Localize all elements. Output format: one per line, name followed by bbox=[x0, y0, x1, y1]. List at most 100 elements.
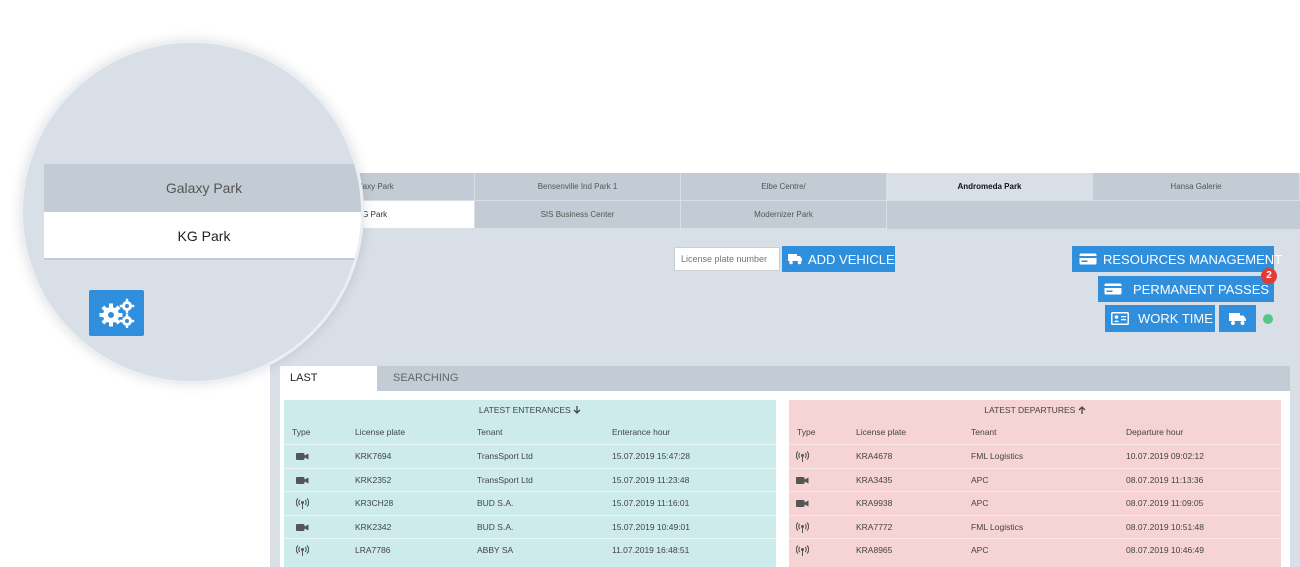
license-plate-cell: KRA7772 bbox=[856, 521, 893, 532]
arrow-up-icon bbox=[1078, 406, 1086, 414]
col-type: Type bbox=[292, 427, 311, 437]
col-license-plate: License plate bbox=[856, 427, 907, 437]
park-tab-andromeda[interactable]: Andromeda Park bbox=[887, 173, 1093, 201]
tenant-cell: FML Logistics bbox=[971, 451, 1024, 461]
permanent-passes-button[interactable]: PERMANENT PASSES bbox=[1098, 276, 1274, 302]
tab-searching[interactable]: SEARCHING bbox=[383, 366, 468, 391]
park-tabs: Galaxy Park Bensenville Ind Park 1 Elbe … bbox=[270, 173, 1300, 229]
table-row[interactable]: KRK2352 TransSport Ltd 15.07.2019 11:23:48 bbox=[284, 467, 776, 492]
col-entrance-hour: Enterance hour bbox=[612, 427, 671, 437]
main-tabs: LAST ACTIONS SEARCHING bbox=[280, 366, 1290, 409]
time-cell: 11.07.2019 16:48:51 bbox=[612, 545, 690, 555]
license-plate-cell: KRA9938 bbox=[856, 498, 893, 508]
tenant-cell: APC bbox=[971, 498, 989, 508]
camera-icon bbox=[796, 475, 809, 486]
table-row[interactable]: KRA3435 APC 08.07.2019 11:13:36 bbox=[789, 467, 1281, 492]
rfid-icon bbox=[295, 498, 310, 509]
col-departure-hour: Departure hour bbox=[1126, 427, 1184, 437]
departures-title: LATEST DEPARTURES bbox=[789, 400, 1281, 421]
time-cell: 10.07.2019 09:02:12 bbox=[1126, 451, 1204, 461]
col-type: Type bbox=[797, 427, 816, 437]
time-cell: 08.07.2019 11:13:36 bbox=[1126, 474, 1204, 485]
table-row[interactable]: KRK7694 TransSport Ltd 15.07.2019 15:47:28 bbox=[284, 444, 776, 468]
tenant-cell: APC bbox=[971, 474, 989, 485]
card-icon bbox=[1104, 283, 1122, 295]
time-cell: 08.07.2019 11:09:05 bbox=[1126, 498, 1204, 508]
parking-app: Galaxy Park Bensenville Ind Park 1 Elbe … bbox=[270, 173, 1300, 567]
camera-icon bbox=[296, 475, 309, 486]
license-plate-input[interactable] bbox=[674, 247, 780, 271]
truck-icon bbox=[1228, 312, 1246, 325]
park-tab-sis[interactable]: SIS Business Center bbox=[475, 201, 681, 229]
departures-title-text: LATEST DEPARTURES bbox=[984, 405, 1076, 415]
time-cell: 15.07.2019 15:47:28 bbox=[612, 451, 690, 461]
table-row[interactable]: KRA4678 FML Logistics 10.07.2019 09:02:12 bbox=[789, 444, 1281, 468]
time-cell: 15.07.2019 11:16:01 bbox=[612, 498, 690, 508]
park-tab-hansa[interactable]: Hansa Galerie bbox=[1093, 173, 1300, 201]
table-row[interactable]: LRA7786 ABBY SA 11.07.2019 16:48:51 bbox=[284, 538, 776, 562]
truck-icon bbox=[788, 254, 802, 265]
card-icon bbox=[1079, 253, 1097, 265]
tenant-cell: ABBY SA bbox=[477, 545, 514, 555]
license-plate-cell: KR3CH28 bbox=[355, 498, 394, 508]
add-vehicle-label: ADD VEHICLE bbox=[808, 251, 895, 267]
permanent-passes-label: PERMANENT PASSES bbox=[1133, 281, 1270, 297]
entrances-title: LATEST ENTERANCES bbox=[284, 400, 776, 421]
entrances-table: LATEST ENTERANCES Type License plate Ten… bbox=[284, 400, 776, 567]
rfid-icon bbox=[295, 545, 310, 556]
rfid-icon bbox=[795, 451, 810, 462]
rfid-icon bbox=[795, 545, 810, 556]
license-plate-cell: KRK7694 bbox=[355, 451, 392, 461]
notification-badge: 2 bbox=[1261, 268, 1277, 284]
tenant-cell: BUD S.A. bbox=[477, 498, 514, 508]
add-vehicle-button[interactable]: ADD VEHICLE bbox=[782, 246, 895, 272]
camera-icon bbox=[796, 498, 809, 509]
id-card-icon bbox=[1111, 312, 1129, 325]
table-row[interactable]: KRA9938 APC 08.07.2019 11:09:05 bbox=[789, 491, 1281, 515]
resources-management-label: RESOURCES MANAGEMENT bbox=[1103, 251, 1283, 267]
time-cell: 08.07.2019 10:51:48 bbox=[1126, 521, 1204, 532]
col-tenant: Tenant bbox=[477, 427, 503, 437]
tenant-cell: APC bbox=[971, 545, 989, 555]
departures-header: Type License plate Tenant Departure hour bbox=[789, 421, 1281, 444]
park-tab-modernizer[interactable]: Modernizer Park bbox=[681, 201, 887, 229]
arrow-down-icon bbox=[573, 406, 581, 414]
camera-icon bbox=[296, 522, 309, 533]
license-plate-cell: KRA8965 bbox=[856, 545, 893, 555]
license-plate-cell: KRA3435 bbox=[856, 474, 893, 485]
table-row[interactable]: KRA8965 APC 08.07.2019 10:46:49 bbox=[789, 538, 1281, 562]
park-tab-elbe[interactable]: Elbe Centre/ bbox=[681, 173, 887, 201]
license-plate-cell: KRA4678 bbox=[856, 451, 893, 461]
departures-table: LATEST DEPARTURES Type License plate Ten… bbox=[789, 400, 1281, 567]
license-plate-cell: LRA7786 bbox=[355, 545, 391, 555]
work-time-button[interactable]: WORK TIME bbox=[1105, 305, 1215, 332]
time-cell: 15.07.2019 11:23:48 bbox=[612, 474, 690, 485]
settings-button[interactable] bbox=[89, 290, 144, 336]
tenant-cell: BUD S.A. bbox=[477, 521, 514, 532]
tenant-cell: TransSport Ltd bbox=[477, 474, 533, 485]
lens-tab-kg[interactable]: KG Park bbox=[44, 212, 361, 260]
connection-status-dot bbox=[1263, 314, 1273, 324]
entrances-header: Type License plate Tenant Enterance hour bbox=[284, 421, 776, 444]
camera-icon bbox=[296, 451, 309, 462]
tenant-cell: TransSport Ltd bbox=[477, 451, 533, 461]
col-license-plate: License plate bbox=[355, 427, 406, 437]
col-tenant: Tenant bbox=[971, 427, 997, 437]
lens-tab-galaxy[interactable]: Galaxy Park bbox=[44, 164, 361, 212]
tab-last-actions[interactable]: LAST ACTIONS bbox=[280, 366, 377, 409]
table-row[interactable]: KRA7772 FML Logistics 08.07.2019 10:51:48 bbox=[789, 514, 1281, 539]
entrances-title-text: LATEST ENTERANCES bbox=[478, 405, 571, 415]
time-cell: 15.07.2019 10:49:01 bbox=[612, 521, 690, 532]
gears-icon bbox=[99, 298, 134, 328]
license-plate-cell: KRK2352 bbox=[355, 474, 392, 485]
resources-management-button[interactable]: RESOURCES MANAGEMENT bbox=[1072, 246, 1282, 272]
vehicle-button[interactable] bbox=[1219, 305, 1256, 332]
magnifier-lens: Galaxy Park KG Park bbox=[20, 40, 364, 384]
tenant-cell: FML Logistics bbox=[971, 521, 1024, 532]
table-row[interactable]: KRK2342 BUD S.A. 15.07.2019 10:49:01 bbox=[284, 514, 776, 539]
rfid-icon bbox=[795, 521, 810, 533]
time-cell: 08.07.2019 10:46:49 bbox=[1126, 545, 1204, 555]
table-row[interactable]: KR3CH28 BUD S.A. 15.07.2019 11:16:01 bbox=[284, 491, 776, 515]
park-tab-bensenville[interactable]: Bensenville Ind Park 1 bbox=[475, 173, 681, 201]
work-time-label: WORK TIME bbox=[1138, 311, 1213, 326]
